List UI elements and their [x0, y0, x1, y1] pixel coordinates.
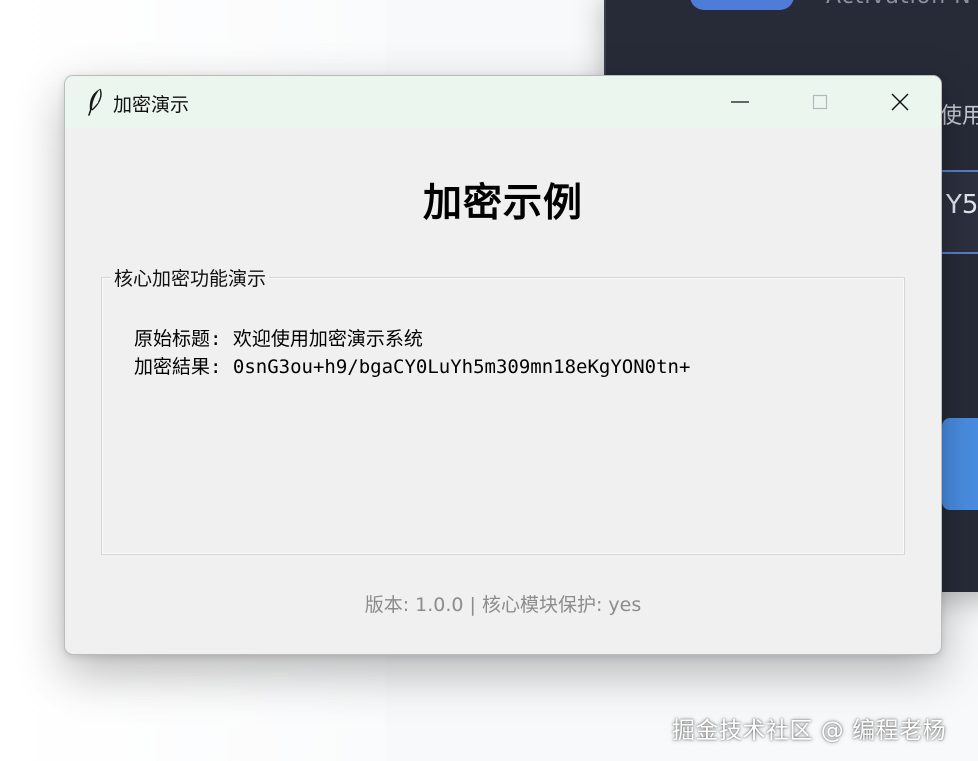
encryption-groupbox: [101, 277, 905, 555]
background-app-title: Activation N: [826, 0, 972, 9]
encrypted-result-line: 加密結果: 0snG3ou+h9/bgaCY0LuYh5m309mn18eKgY…: [134, 356, 691, 378]
close-icon: [891, 93, 909, 111]
title-bar[interactable]: 加密演示: [65, 76, 941, 128]
close-button[interactable]: [861, 76, 939, 128]
maximize-button[interactable]: [781, 76, 859, 128]
background-app-input-value: Y5: [946, 190, 978, 220]
background-app-icon: [690, 0, 794, 10]
background-app-button[interactable]: [942, 418, 978, 510]
minimize-icon: [731, 101, 749, 103]
watermark-text: 掘金技术社区 @ 编程老杨: [672, 718, 947, 744]
window-title: 加密演示: [113, 94, 190, 116]
minimize-button[interactable]: [701, 76, 779, 128]
encryption-demo-window: 加密演示 加密示例 核心加密功能演示 原始标题: 欢迎使用加密演示系统 加密結果…: [64, 75, 942, 655]
background-app-text: 使用: [940, 104, 978, 129]
version-status: 版本: 1.0.0 | 核心模块保护: yes: [364, 594, 642, 616]
groupbox-title: 核心加密功能演示: [111, 264, 270, 291]
feather-icon: [88, 88, 102, 116]
original-title-line: 原始标题: 欢迎使用加密演示系统: [134, 328, 423, 350]
maximize-icon: [812, 94, 828, 110]
page-heading: 加密示例: [422, 181, 583, 226]
